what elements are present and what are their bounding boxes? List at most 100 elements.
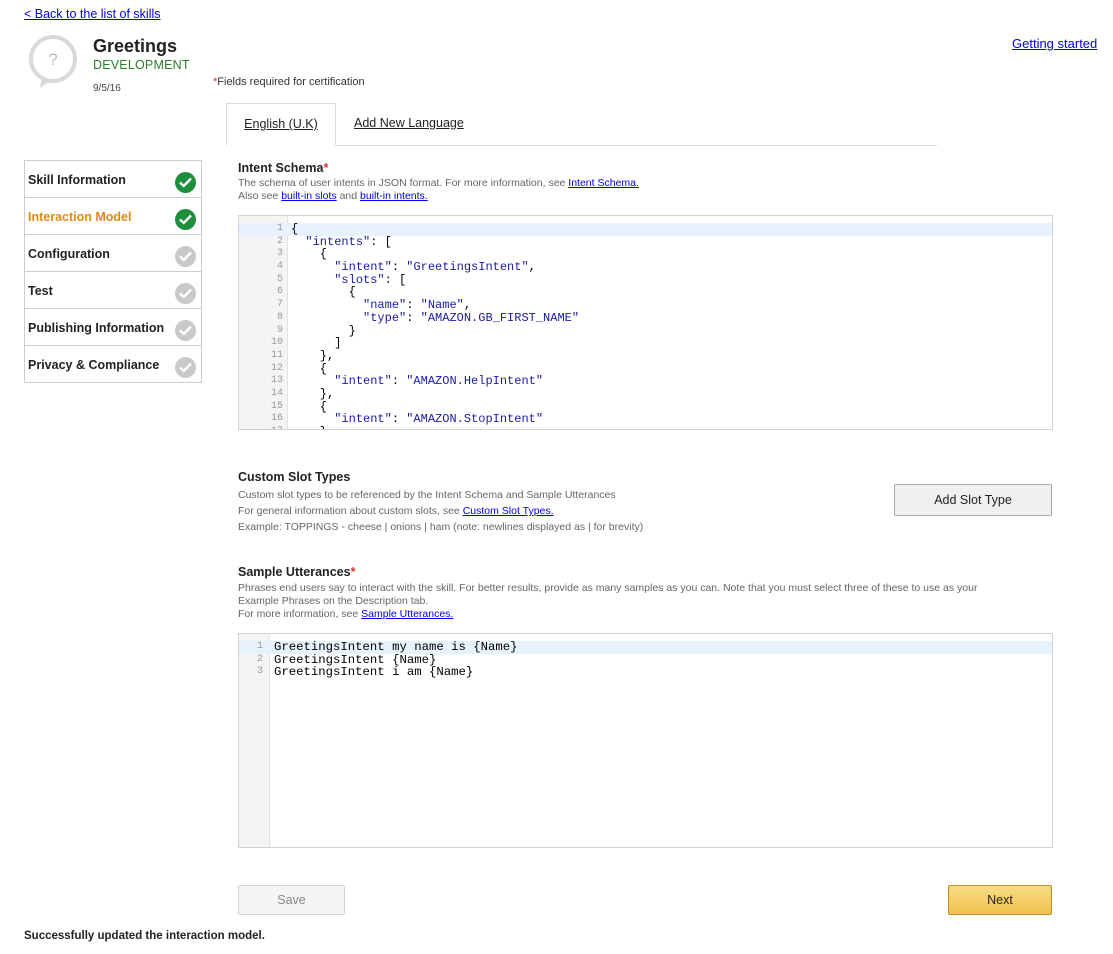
sidebar-item-interaction-model[interactable]: Interaction Model <box>25 198 201 235</box>
check-complete-icon <box>175 172 196 193</box>
tab-english-uk[interactable]: English (U.K) <box>226 103 336 146</box>
svg-text:?: ? <box>48 50 57 69</box>
code-text: GreetingsIntent my name is {Name} <box>274 640 518 654</box>
code-text: } <box>291 426 327 429</box>
sidebar-item-configuration[interactable]: Configuration <box>25 235 201 272</box>
intent-schema-desc-text: The schema of user intents in JSON forma… <box>238 177 569 189</box>
check-incomplete-icon <box>175 357 196 378</box>
code-text: ] <box>291 336 342 351</box>
sample-utterances-link[interactable]: Sample Utterances. <box>361 608 453 620</box>
tab-add-new-language[interactable]: Add New Language <box>354 103 464 144</box>
line-number: 6 <box>276 286 283 298</box>
sidebar-item-publishing-information[interactable]: Publishing Information <box>25 309 201 346</box>
custom-slot-types-title: Custom Slot Types <box>238 470 351 484</box>
sidebar-item-label: Publishing Information <box>28 321 165 335</box>
getting-started-link[interactable]: Getting started <box>1012 36 1097 51</box>
sample-utt-desc2: Example Phrases on the Description tab. <box>238 595 429 607</box>
line-number: 5 <box>276 273 283 285</box>
check-incomplete-icon <box>175 320 196 341</box>
sidebar-item-label: Skill Information <box>28 173 126 187</box>
intent-schema-code[interactable]: 1{2 "intents": [3 {4 "intent": "Greeting… <box>239 222 1052 429</box>
sample-utt-desc3-text: For more information, see <box>238 608 362 620</box>
line-number: 10 <box>270 337 283 349</box>
intent-schema-desc2-prefix: Also see <box>238 190 282 202</box>
sample-utterances-editor[interactable]: 1 GreetingsIntent my name is {Name} 2 Greet… <box>238 633 1053 848</box>
language-tabs: English (U.K) Add New Language <box>226 103 937 146</box>
code-line[interactable]: 13 "intent": "AMAZON.HelpIntent" <box>239 375 1052 388</box>
code-text: }, <box>291 348 335 363</box>
skill-status: DEVELOPMENT <box>93 58 190 72</box>
code-line[interactable]: 17 } <box>239 426 1052 429</box>
line-number: 14 <box>270 387 283 399</box>
line-number: 11 <box>270 349 283 361</box>
skill-name: Greetings <box>93 36 178 56</box>
check-incomplete-icon <box>175 283 196 304</box>
custom-slot-types-description: Custom slot types to be referenced by th… <box>238 487 643 535</box>
sidebar-item-skill-information[interactable]: Skill Information <box>25 161 201 198</box>
code-line[interactable]: 9 } <box>239 324 1052 338</box>
intent-schema-editor[interactable]: 1{2 "intents": [3 {4 "intent": "Greeting… <box>238 215 1053 430</box>
sidebar-nav: Skill Information Interaction Model Conf… <box>24 160 202 383</box>
intent-schema-title: Intent Schema* <box>238 161 328 175</box>
code-line[interactable]: 5 "slots": [ <box>239 273 1052 287</box>
line-number: 12 <box>270 362 283 374</box>
line-number: 1 <box>256 641 263 652</box>
intent-schema-doc-link[interactable]: Intent Schema. <box>568 177 639 189</box>
code-line[interactable]: 14 }, <box>239 388 1052 401</box>
sample-utt-desc1: Phrases end users say to interact with t… <box>238 582 978 594</box>
custom-slot-desc2-text: For general information about custom slo… <box>238 505 463 517</box>
code-line[interactable]: 11 }, <box>239 350 1052 363</box>
save-button[interactable]: Save <box>238 885 345 915</box>
required-asterisk: * <box>323 161 329 175</box>
code-line[interactable]: 7 "name": "Name", <box>239 299 1052 312</box>
required-note-text: Fields required for certification <box>217 76 365 88</box>
code-line[interactable]: 10 ] <box>239 337 1052 350</box>
line-number: 13 <box>270 375 283 387</box>
sample-utterances-description: Phrases end users say to interact with t… <box>238 582 1053 621</box>
code-text: { <box>291 222 299 236</box>
custom-slot-types-link[interactable]: Custom Slot Types. <box>463 505 554 517</box>
code-line[interactable]: 16 "intent": "AMAZON.StopIntent" <box>239 413 1052 426</box>
line-number: 2 <box>256 653 263 665</box>
next-button[interactable]: Next <box>948 885 1052 915</box>
code-line[interactable]: 2 "intents": [ <box>239 235 1052 249</box>
code-line[interactable]: 8 "type": "AMAZON.GB_FIRST_NAME" <box>239 310 1052 325</box>
code-line[interactable]: 3 GreetingsIntent i am {Name} <box>239 666 1052 679</box>
line-number: 7 <box>276 299 283 311</box>
line-number: 3 <box>276 248 283 260</box>
sidebar-item-privacy-compliance[interactable]: Privacy & Compliance <box>25 346 201 382</box>
built-in-intents-link[interactable]: built-in intents. <box>360 190 428 202</box>
check-complete-icon <box>175 209 196 230</box>
line-number: 17 <box>239 426 283 429</box>
line-number: 3 <box>256 666 263 678</box>
sidebar-item-label: Privacy & Compliance <box>28 358 160 372</box>
code-text: GreetingsIntent i am {Name} <box>274 665 474 680</box>
sidebar-item-label: Interaction Model <box>28 210 132 224</box>
sample-utterances-title-text: Sample Utterances <box>238 565 351 579</box>
line-number: 8 <box>276 311 283 323</box>
line-number: 16 <box>270 413 283 425</box>
sample-utterances-title: Sample Utterances* <box>238 565 355 579</box>
line-number: 15 <box>270 400 283 412</box>
code-text: "intent": "GreetingsIntent", <box>334 260 536 275</box>
code-line[interactable]: 1 GreetingsIntent my name is {Name} <box>239 641 1052 654</box>
skill-date: 9/5/16 <box>93 83 121 94</box>
check-incomplete-icon <box>175 246 196 267</box>
status-message: Successfully updated the interaction mod… <box>24 930 265 942</box>
sidebar-item-test[interactable]: Test <box>25 272 201 309</box>
add-slot-type-button[interactable]: Add Slot Type <box>894 484 1052 516</box>
intent-schema-desc2-mid: and <box>336 190 361 202</box>
line-number: 1 <box>276 223 283 234</box>
built-in-slots-link[interactable]: built-in slots <box>281 190 336 202</box>
sidebar-item-label: Test <box>28 284 53 298</box>
line-number: 9 <box>276 324 283 336</box>
line-number: 4 <box>276 261 283 273</box>
custom-slot-desc3: Example: TOPPINGS - cheese | onions | ha… <box>238 521 644 533</box>
code-text: "intent": "AMAZON.StopIntent" <box>334 412 544 427</box>
back-to-skills-link[interactable]: < Back to the list of skills <box>24 7 161 21</box>
intent-schema-description: The schema of user intents in JSON forma… <box>238 177 639 203</box>
required-asterisk: * <box>350 565 356 579</box>
code-text: "type": "AMAZON.GB_FIRST_NAME" <box>363 310 580 325</box>
skill-placeholder-icon: ? <box>28 34 78 88</box>
sample-utterances-code[interactable]: 1 GreetingsIntent my name is {Name} 2 Greet… <box>239 641 1052 679</box>
